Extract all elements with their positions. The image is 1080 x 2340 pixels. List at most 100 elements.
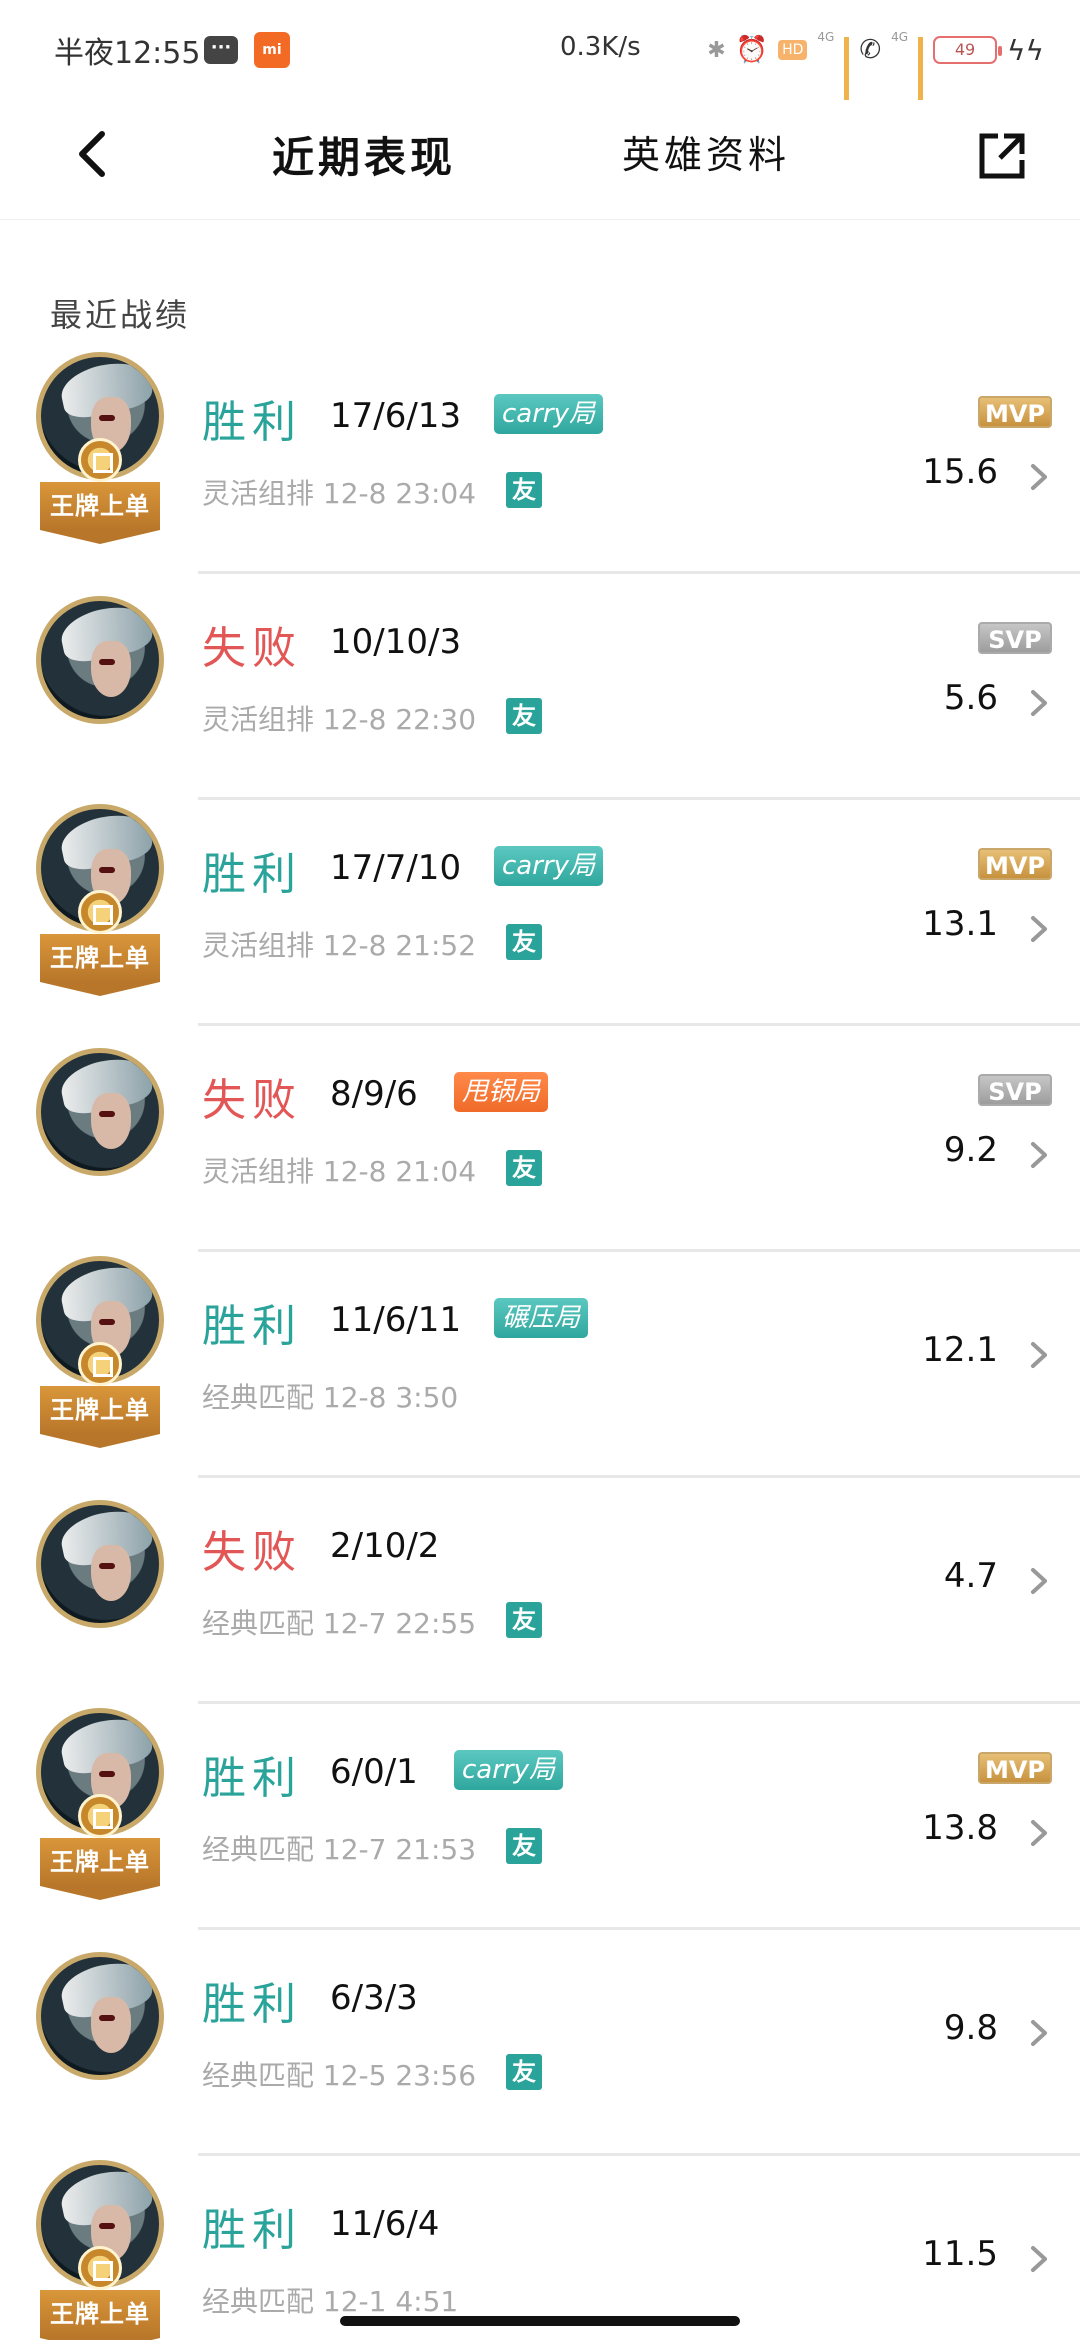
chevron-right-icon	[1031, 1820, 1047, 1846]
hero-avatar: 王牌上单	[34, 2158, 166, 2340]
ace-badge: 王牌上单	[40, 2290, 160, 2340]
hero-avatar	[34, 1028, 166, 1228]
match-tag: carry局	[494, 394, 603, 434]
signal-icon	[918, 37, 924, 100]
friend-badge: 友	[506, 924, 542, 960]
chevron-right-icon	[1031, 464, 1047, 490]
match-row[interactable]: 失败 8/9/6 甩锅局 灵活组排 12-8 21:04 友 SVP 9.2	[0, 1026, 1080, 1252]
match-mode-time: 灵活组排 12-8 22:30	[202, 703, 477, 736]
match-row[interactable]: 王牌上单 胜利 17/7/10 carry局 灵活组排 12-8 21:52 友…	[0, 800, 1080, 1026]
match-kda: 6/0/1	[330, 1752, 418, 1792]
match-result: 胜利	[202, 1979, 302, 2030]
section-title: 最近战绩	[50, 296, 191, 334]
tab-recent-performance[interactable]: 近期表现	[272, 124, 456, 185]
ace-badge-label: 王牌上单	[50, 1396, 150, 1424]
hero-avatar: 王牌上单	[34, 350, 166, 550]
bluetooth-icon: ✱	[707, 37, 726, 63]
chevron-right-icon	[1031, 2246, 1047, 2272]
hero-avatar: 王牌上单	[34, 802, 166, 1002]
chevron-right-icon	[1031, 1342, 1047, 1368]
match-kda: 11/6/11	[330, 1300, 462, 1340]
alarm-icon: ⏰	[735, 35, 769, 65]
match-score: 12.1	[922, 1330, 998, 1370]
award-badge: MVP	[976, 394, 1054, 430]
match-kda: 10/10/3	[330, 622, 462, 662]
match-result: 胜利	[202, 397, 302, 448]
match-row[interactable]: 王牌上单 胜利 11/6/4 经典匹配 12-1 4:51 11.5	[0, 2156, 1080, 2340]
match-result: 胜利	[202, 1753, 302, 1804]
friend-badge: 友	[506, 1150, 542, 1186]
award-badge: MVP	[976, 1750, 1054, 1786]
award-badge: MVP	[976, 846, 1054, 882]
hero-avatar	[34, 576, 166, 776]
award-badge: SVP	[976, 620, 1054, 656]
match-row[interactable]: 失败 10/10/3 灵活组排 12-8 22:30 友 SVP 5.6	[0, 574, 1080, 800]
match-list: 王牌上单 胜利 17/6/13 carry局 灵活组排 12-8 23:04 友…	[0, 348, 1080, 2340]
match-result: 失败	[202, 1527, 302, 1578]
friend-badge: 友	[506, 1828, 542, 1864]
match-score: 9.8	[943, 2008, 998, 2048]
match-tag: carry局	[494, 846, 603, 886]
match-mode-time: 灵活组排 12-8 23:04	[202, 477, 477, 510]
match-kda: 11/6/4	[330, 2204, 440, 2244]
ace-badge-label: 王牌上单	[50, 944, 150, 972]
match-mode-time: 经典匹配 12-7 22:55	[202, 1607, 477, 1640]
hero-avatar	[34, 1480, 166, 1680]
status-time: 半夜12:55	[54, 36, 201, 71]
chevron-right-icon	[1031, 916, 1047, 942]
back-button[interactable]	[68, 126, 118, 182]
match-mode-time: 经典匹配 12-8 3:50	[202, 1381, 459, 1414]
home-indicator[interactable]	[340, 2316, 740, 2326]
match-result: 胜利	[202, 849, 302, 900]
match-tag: carry局	[454, 1750, 563, 1790]
match-mode-time: 经典匹配 12-1 4:51	[202, 2285, 459, 2318]
share-button[interactable]	[976, 130, 1028, 182]
match-score: 9.2	[943, 1130, 998, 1170]
match-score: 5.6	[943, 678, 998, 718]
tab-hero-info[interactable]: 英雄资料	[622, 124, 790, 179]
avatar	[36, 596, 164, 724]
match-result: 失败	[202, 623, 302, 674]
battery-icon: 49	[933, 36, 1003, 64]
match-row[interactable]: 胜利 6/3/3 经典匹配 12-5 23:56 友 9.8	[0, 1930, 1080, 2156]
hd-label: HD	[778, 40, 808, 60]
match-row[interactable]: 王牌上单 胜利 11/6/11 碾压局 经典匹配 12-8 3:50 12.1	[0, 1252, 1080, 1478]
match-row[interactable]: 王牌上单 胜利 6/0/1 carry局 经典匹配 12-7 21:53 友 M…	[0, 1704, 1080, 1930]
match-mode-time: 经典匹配 12-7 21:53	[202, 1833, 477, 1866]
top-nav: 近期表现 英雄资料	[0, 96, 1080, 220]
signal-icon	[844, 37, 850, 100]
match-kda: 2/10/2	[330, 1526, 440, 1566]
match-row[interactable]: 失败 2/10/2 经典匹配 12-7 22:55 友 4.7	[0, 1478, 1080, 1704]
charging-icon: ϟϟ	[1007, 33, 1044, 67]
match-result: 失败	[202, 1075, 302, 1126]
ace-badge: 王牌上单	[40, 482, 160, 544]
share-icon	[979, 133, 1025, 179]
match-result: 胜利	[202, 2205, 302, 2256]
hero-avatar: 王牌上单	[34, 1254, 166, 1454]
avatar	[36, 1500, 164, 1628]
match-score: 4.7	[943, 1556, 998, 1596]
message-icon: ···	[204, 36, 238, 64]
match-score: 13.1	[922, 904, 998, 944]
ace-badge: 王牌上单	[40, 1386, 160, 1448]
match-kda: 17/6/13	[330, 396, 462, 436]
avatar	[36, 1952, 164, 2080]
match-mode-time: 灵活组排 12-8 21:52	[202, 929, 477, 962]
friend-badge: 友	[506, 698, 542, 734]
match-score: 15.6	[922, 452, 998, 492]
match-result: 胜利	[202, 1301, 302, 1352]
network-speed: 0.3K/s	[560, 32, 641, 62]
call-icon: ✆	[859, 35, 882, 65]
award-badge: SVP	[976, 1072, 1054, 1108]
mi-icon: mi	[254, 32, 290, 68]
ace-badge-label: 王牌上单	[50, 2300, 150, 2328]
friend-badge: 友	[506, 472, 542, 508]
match-row[interactable]: 王牌上单 胜利 17/6/13 carry局 灵活组排 12-8 23:04 友…	[0, 348, 1080, 574]
network-label-2: 4G	[891, 30, 909, 44]
hero-avatar: 王牌上单	[34, 1706, 166, 1906]
match-mode-time: 经典匹配 12-5 23:56	[202, 2059, 477, 2092]
ace-badge: 王牌上单	[40, 934, 160, 996]
network-label-1: 4G	[817, 30, 835, 44]
friend-badge: 友	[506, 1602, 542, 1638]
match-kda: 17/7/10	[330, 848, 462, 888]
